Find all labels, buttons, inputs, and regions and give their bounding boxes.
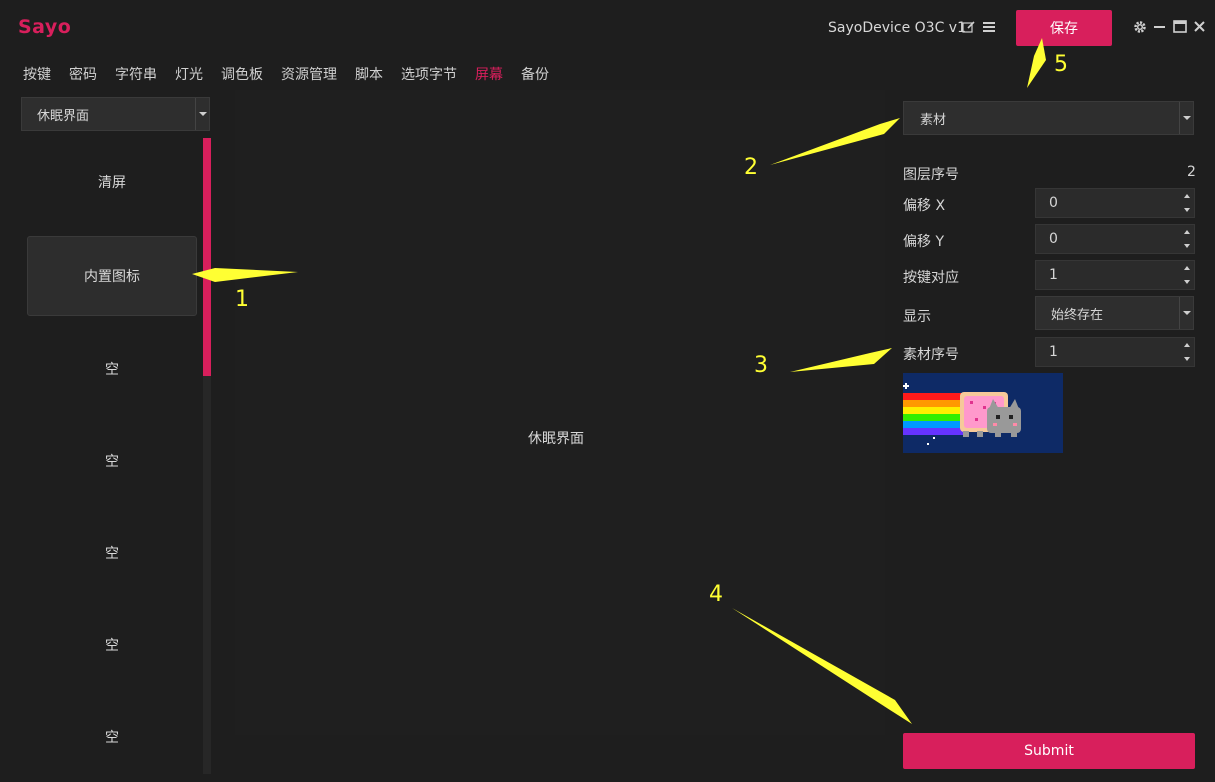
layer-list: 清屏 内置图标 空 空 空 空 空 (0, 132, 230, 782)
screen-preview-label: 休眠界面 (528, 431, 584, 447)
layer-item[interactable]: 空 (27, 513, 197, 593)
screen-select[interactable]: 休眠界面 (21, 97, 210, 131)
tab-backup[interactable]: 备份 (512, 60, 558, 92)
tab-script[interactable]: 脚本 (346, 60, 392, 92)
menu-icon[interactable] (982, 20, 996, 34)
close-icon[interactable] (1192, 19, 1208, 35)
main-tabs: 按键 密码 字符串 灯光 调色板 资源管理 脚本 选项字节 屏幕 备份 (14, 60, 558, 92)
key-map-label: 按键对应 (903, 270, 959, 286)
spin-down-icon[interactable] (1184, 280, 1190, 284)
layer-index-value: 2 (1187, 164, 1196, 180)
annotation-label-1: 1 (235, 287, 249, 312)
spin-down-icon[interactable] (1184, 244, 1190, 248)
asset-index-label: 素材序号 (903, 347, 959, 363)
edit-icon[interactable] (962, 20, 976, 34)
tab-palette[interactable]: 调色板 (212, 60, 272, 92)
chevron-down-icon (1179, 102, 1193, 134)
minimize-icon[interactable] (1152, 19, 1168, 35)
layer-item[interactable]: 空 (27, 697, 197, 777)
layer-list-scrollbar-thumb[interactable] (203, 138, 211, 376)
tab-resources[interactable]: 资源管理 (272, 60, 346, 92)
offset-x-value: 0 (1049, 195, 1058, 211)
annotation-label-5: 5 (1054, 52, 1068, 77)
tab-keys[interactable]: 按键 (14, 60, 60, 92)
annotation-label-2: 2 (744, 155, 758, 180)
element-type-value: 素材 (920, 112, 947, 128)
tab-password[interactable]: 密码 (60, 60, 106, 92)
gear-icon[interactable] (1132, 19, 1148, 35)
key-map-value: 1 (1049, 267, 1058, 283)
screen-select-value: 休眠界面 (37, 108, 90, 124)
spin-up-icon[interactable] (1184, 343, 1190, 347)
annotation-label-4: 4 (709, 582, 723, 607)
offset-y-label: 偏移 Y (903, 234, 945, 250)
layer-index-label: 图层序号 (903, 167, 959, 183)
spin-down-icon[interactable] (1184, 357, 1190, 361)
layer-item-selected[interactable]: 内置图标 (27, 236, 197, 316)
spin-up-icon[interactable] (1184, 230, 1190, 234)
asset-index-value: 1 (1049, 344, 1058, 360)
display-select[interactable]: 始终存在 (1035, 296, 1194, 330)
offset-y-value: 0 (1049, 231, 1058, 247)
layer-item[interactable]: 清屏 (27, 142, 197, 222)
tab-lighting[interactable]: 灯光 (166, 60, 212, 92)
layer-item[interactable]: 空 (27, 421, 197, 501)
spin-up-icon[interactable] (1184, 266, 1190, 270)
layer-item[interactable]: 空 (27, 605, 197, 685)
screen-preview (235, 90, 885, 735)
display-select-value: 始终存在 (1051, 307, 1104, 323)
asset-index-input[interactable]: 1 (1035, 337, 1195, 367)
device-title: SayoDevice O3C v1 (828, 20, 966, 36)
save-button[interactable]: 保存 (1016, 10, 1112, 46)
spin-down-icon[interactable] (1184, 208, 1190, 212)
offset-x-label: 偏移 X (903, 198, 946, 214)
offset-x-input[interactable]: 0 (1035, 188, 1195, 218)
submit-button[interactable]: Submit (903, 733, 1195, 769)
maximize-icon[interactable] (1172, 19, 1188, 35)
key-map-input[interactable]: 1 (1035, 260, 1195, 290)
tab-string[interactable]: 字符串 (106, 60, 166, 92)
chevron-down-icon (1179, 297, 1193, 329)
annotation-label-3: 3 (754, 353, 768, 378)
tab-option-bytes[interactable]: 选项字节 (392, 60, 466, 92)
offset-y-input[interactable]: 0 (1035, 224, 1195, 254)
element-type-select[interactable]: 素材 (903, 101, 1194, 135)
display-label: 显示 (903, 309, 931, 325)
tab-screen[interactable]: 屏幕 (466, 60, 512, 92)
layer-item[interactable]: 空 (27, 329, 197, 409)
chevron-down-icon (195, 98, 209, 130)
spin-up-icon[interactable] (1184, 194, 1190, 198)
asset-preview-image (903, 373, 1063, 453)
app-logo: Sayo (18, 16, 72, 38)
